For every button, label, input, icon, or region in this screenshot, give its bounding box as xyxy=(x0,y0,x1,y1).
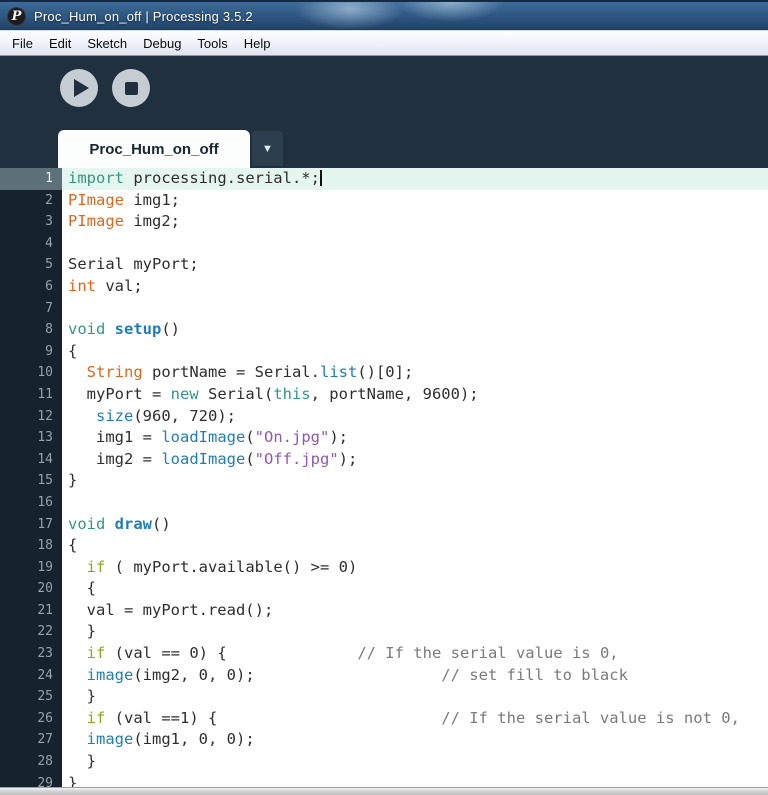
code-line[interactable]: void draw() xyxy=(62,514,768,536)
code-line[interactable]: if (val == 0) { // If the serial value i… xyxy=(62,643,768,665)
line-number: 15 xyxy=(37,473,53,489)
line-number: 18 xyxy=(37,538,53,554)
code-line[interactable]: } xyxy=(62,686,768,708)
code-line[interactable] xyxy=(62,492,768,514)
code-line[interactable]: image(img1, 0, 0); xyxy=(62,729,768,751)
code-line[interactable]: size(960, 720); xyxy=(62,406,768,428)
code-line[interactable]: PImage img2; xyxy=(62,211,768,233)
line-number: 9 xyxy=(45,343,53,359)
line-number: 21 xyxy=(37,602,53,618)
code-line[interactable]: void setup() xyxy=(62,319,768,341)
code-line[interactable] xyxy=(62,298,768,320)
menu-debug[interactable]: Debug xyxy=(135,32,189,55)
play-icon xyxy=(74,79,89,97)
menu-edit[interactable]: Edit xyxy=(41,32,79,55)
menu-help[interactable]: Help xyxy=(236,32,279,55)
tab-menu-button[interactable]: ▼ xyxy=(252,131,283,166)
toolbar: Proc_Hum_on_off ▼ xyxy=(0,56,768,168)
menu-file[interactable]: File xyxy=(4,32,41,55)
menu-bar: File Edit Sketch Debug Tools Help xyxy=(0,30,768,56)
line-number: 16 xyxy=(37,494,53,510)
code-line[interactable]: img2 = loadImage("Off.jpg"); xyxy=(62,449,768,471)
run-button[interactable] xyxy=(60,69,98,107)
line-number: 3 xyxy=(45,214,53,230)
code-line[interactable]: } xyxy=(62,751,768,773)
code-line[interactable] xyxy=(62,233,768,255)
text-cursor xyxy=(319,170,322,186)
line-number: 8 xyxy=(45,322,53,338)
window-title: Proc_Hum_on_off | Processing 3.5.2 xyxy=(34,8,253,24)
code-line[interactable]: String portName = Serial.list()[0]; xyxy=(62,362,768,384)
tab-proc-hum-on-off[interactable]: Proc_Hum_on_off xyxy=(58,130,250,168)
stop-button[interactable] xyxy=(112,69,150,107)
code-line[interactable]: if (val ==1) { // If the serial value is… xyxy=(62,708,768,730)
processing-logo-icon: P xyxy=(7,6,26,26)
code-line[interactable]: } xyxy=(62,470,768,492)
chevron-down-icon: ▼ xyxy=(262,142,273,155)
line-number: 11 xyxy=(37,386,53,402)
line-number: 1 xyxy=(0,168,62,190)
line-number: 27 xyxy=(37,732,53,748)
code-line[interactable]: val = myPort.read(); xyxy=(62,600,768,622)
line-number-gutter: 1 2 3 4 5 6 7 8 9 10 11 12 13 14 15 16 17 18 19 20 21 22 23 24 2… xyxy=(0,168,62,787)
line-number: 2 xyxy=(45,192,53,208)
line-number: 7 xyxy=(45,300,53,316)
code-line[interactable]: image(img2, 0, 0); // set fill to black xyxy=(62,665,768,687)
menu-sketch[interactable]: Sketch xyxy=(79,32,135,55)
titlebar-glare xyxy=(395,2,505,22)
processing-ide-window: P Proc_Hum_on_off | Processing 3.5.2 Fil… xyxy=(0,0,768,795)
line-number: 4 xyxy=(45,235,53,251)
line-number: 29 xyxy=(37,775,53,787)
line-number: 17 xyxy=(37,516,53,532)
code-area[interactable]: import processing.serial.*; PImage img1; P… xyxy=(62,168,768,787)
line-number: 24 xyxy=(37,667,53,683)
line-number: 12 xyxy=(37,408,53,424)
code-line[interactable]: { xyxy=(62,578,768,600)
line-number: 28 xyxy=(37,754,53,770)
editor-console-divider[interactable] xyxy=(0,787,768,795)
code-line[interactable]: img1 = loadImage("On.jpg"); xyxy=(62,427,768,449)
code-line[interactable]: { xyxy=(62,535,768,557)
line-number: 6 xyxy=(45,278,53,294)
code-line[interactable]: myPort = new Serial(this, portName, 9600… xyxy=(62,384,768,406)
menu-tools[interactable]: Tools xyxy=(189,32,235,55)
line-number: 19 xyxy=(37,559,53,575)
stop-icon xyxy=(124,81,138,95)
line-number: 13 xyxy=(37,430,53,446)
line-number: 26 xyxy=(37,710,53,726)
code-line[interactable]: } xyxy=(62,773,768,787)
line-number: 22 xyxy=(37,624,53,640)
tab-label: Proc_Hum_on_off xyxy=(89,140,219,158)
code-line[interactable]: Serial myPort; xyxy=(62,254,768,276)
line-number: 5 xyxy=(45,257,53,273)
code-line[interactable]: } xyxy=(62,621,768,643)
code-line[interactable]: import processing.serial.*; xyxy=(62,168,768,190)
line-number: 23 xyxy=(37,646,53,662)
titlebar-glare xyxy=(295,2,405,30)
line-number: 14 xyxy=(37,451,53,467)
line-number: 25 xyxy=(37,689,53,705)
code-line[interactable]: PImage img1; xyxy=(62,190,768,212)
code-line[interactable]: if ( myPort.available() >= 0) xyxy=(62,557,768,579)
line-number: 20 xyxy=(37,581,53,597)
code-line[interactable]: { xyxy=(62,341,768,363)
code-editor[interactable]: 1 2 3 4 5 6 7 8 9 10 11 12 13 14 15 16 17 18 19 20 21 22 23 24 2… xyxy=(0,168,768,787)
line-number: 10 xyxy=(37,365,53,381)
title-bar[interactable]: P Proc_Hum_on_off | Processing 3.5.2 xyxy=(0,0,768,30)
code-line[interactable]: int val; xyxy=(62,276,768,298)
